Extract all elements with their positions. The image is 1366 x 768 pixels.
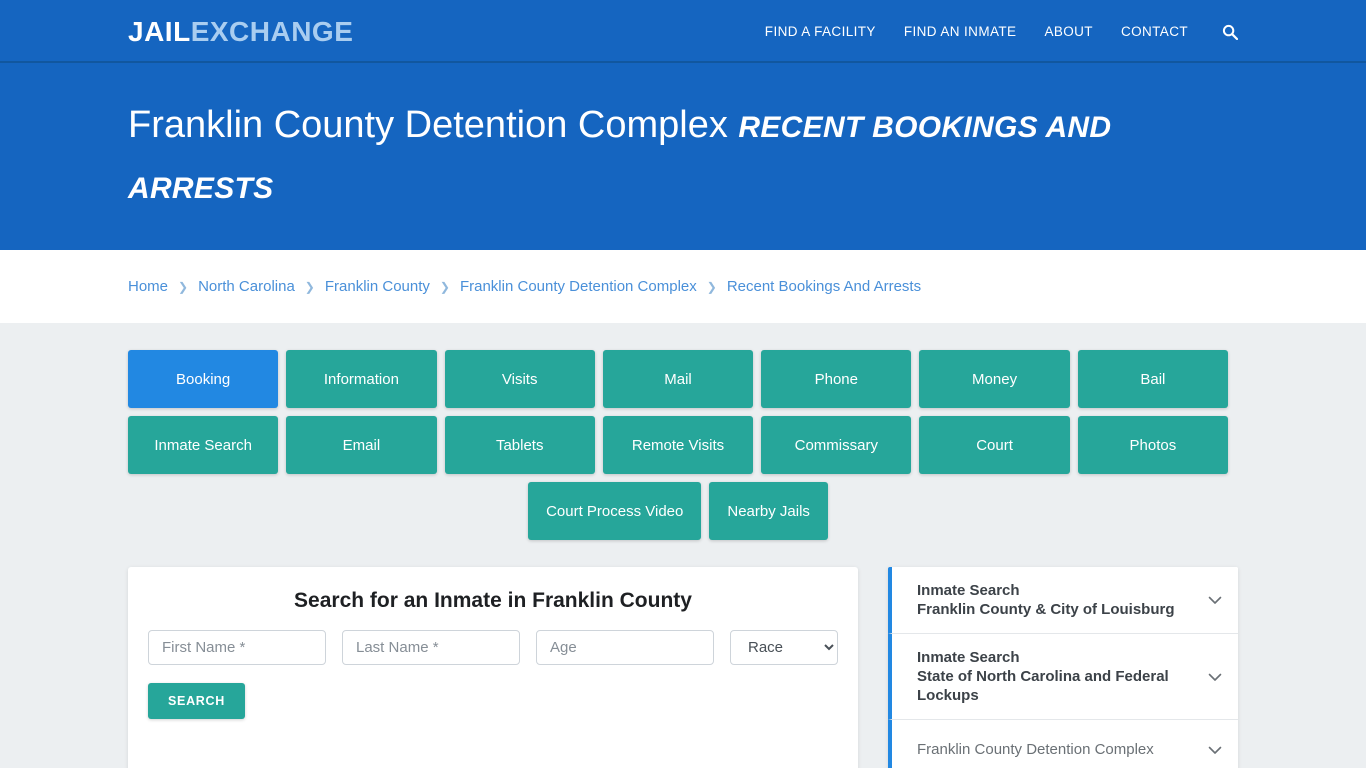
- tab-photos[interactable]: Photos: [1077, 416, 1228, 474]
- last-name-input[interactable]: [342, 630, 520, 665]
- first-name-input[interactable]: [148, 630, 326, 665]
- race-select[interactable]: Race: [730, 630, 838, 665]
- breadcrumb-item-franklin-county[interactable]: Franklin County: [325, 278, 430, 295]
- nav-item-find-an-inmate[interactable]: FIND AN INMATE: [904, 24, 1017, 39]
- sidebar-item-inmate-search-state[interactable]: Inmate Search State of North Carolina an…: [888, 634, 1238, 720]
- chevron-down-icon: [1206, 591, 1224, 609]
- tab-mail[interactable]: Mail: [602, 350, 754, 408]
- search-icon[interactable]: [1222, 24, 1238, 40]
- breadcrumb-separator-icon: ❯: [178, 279, 189, 294]
- tab-visits[interactable]: Visits: [444, 350, 595, 408]
- main-content: Booking Information Visits Mail Phone Mo…: [0, 323, 1366, 768]
- search-card-title: Search for an Inmate in Franklin County: [294, 589, 692, 612]
- search-button[interactable]: SEARCH: [148, 683, 245, 719]
- sidebar-item-line1: Inmate Search: [917, 649, 1020, 666]
- breadcrumb-item-facility[interactable]: Franklin County Detention Complex: [460, 278, 697, 295]
- tab-inmate-search[interactable]: Inmate Search: [128, 416, 279, 474]
- breadcrumb-separator-icon: ❯: [304, 279, 315, 294]
- sidebar-item-line2: State of North Carolina and Federal Lock…: [917, 668, 1169, 704]
- tab-email[interactable]: Email: [286, 416, 437, 474]
- lower-content-row: Search for an Inmate in Franklin County …: [128, 567, 1238, 768]
- nav-item-find-a-facility[interactable]: FIND A FACILITY: [765, 24, 876, 39]
- search-submit-row: SEARCH: [148, 683, 838, 741]
- chevron-down-icon: [1206, 741, 1224, 759]
- breadcrumb-separator-icon: ❯: [706, 279, 717, 294]
- tab-remote-visits[interactable]: Remote Visits: [602, 416, 754, 474]
- facility-section-tabs: Booking Information Visits Mail Phone Mo…: [128, 350, 1228, 474]
- tab-information[interactable]: Information: [286, 350, 437, 408]
- chevron-down-icon: [1206, 668, 1224, 686]
- logo-text-secondary: EXCHANGE: [190, 16, 354, 47]
- page-title: Franklin County Detention Complex Recent…: [128, 96, 1238, 218]
- breadcrumb-item-north-carolina[interactable]: North Carolina: [198, 278, 295, 295]
- sidebar-accordion: Inmate Search Franklin County & City of …: [888, 567, 1238, 768]
- tab-commissary[interactable]: Commissary: [761, 416, 912, 474]
- page-hero: Franklin County Detention Complex Recent…: [0, 63, 1366, 250]
- search-fields-row: Race: [148, 630, 838, 665]
- tab-bail[interactable]: Bail: [1077, 350, 1228, 408]
- page-title-facility: Franklin County Detention Complex: [128, 104, 728, 146]
- tab-money[interactable]: Money: [919, 350, 1070, 408]
- facility-section-tabs-extra: Court Process Video Nearby Jails: [128, 482, 1228, 540]
- sidebar-item-line1: Franklin County Detention Complex: [917, 741, 1154, 758]
- top-navigation-bar: JAILEXCHANGE FIND A FACILITY FIND AN INM…: [0, 0, 1366, 63]
- sidebar-item-label: Inmate Search State of North Carolina an…: [917, 648, 1206, 705]
- inmate-search-card: Search for an Inmate in Franklin County …: [128, 567, 858, 768]
- age-input[interactable]: [536, 630, 714, 665]
- nav-item-contact[interactable]: CONTACT: [1121, 24, 1188, 39]
- tab-court[interactable]: Court: [919, 416, 1070, 474]
- tab-booking[interactable]: Booking: [128, 350, 279, 408]
- sidebar-item-inmate-search-county[interactable]: Inmate Search Franklin County & City of …: [888, 567, 1238, 634]
- breadcrumb-bar: Home ❯ North Carolina ❯ Franklin County …: [0, 250, 1366, 323]
- site-logo[interactable]: JAILEXCHANGE: [128, 17, 353, 47]
- breadcrumb: Home ❯ North Carolina ❯ Franklin County …: [128, 278, 921, 295]
- sidebar-item-line2: Franklin County & City of Louisburg: [917, 601, 1175, 618]
- sidebar-item-label: Inmate Search Franklin County & City of …: [917, 581, 1206, 619]
- sidebar-item-line1: Inmate Search: [917, 582, 1020, 599]
- primary-nav-links: FIND A FACILITY FIND AN INMATE ABOUT CON…: [765, 0, 1238, 63]
- tab-nearby-jails[interactable]: Nearby Jails: [709, 482, 828, 540]
- tab-tablets[interactable]: Tablets: [444, 416, 595, 474]
- nav-item-about[interactable]: ABOUT: [1044, 24, 1093, 39]
- sidebar-item-label: Franklin County Detention Complex: [917, 740, 1206, 759]
- logo-text-primary: JAIL: [128, 16, 191, 47]
- tab-phone[interactable]: Phone: [761, 350, 912, 408]
- sidebar-item-facility[interactable]: Franklin County Detention Complex: [888, 720, 1238, 768]
- breadcrumb-separator-icon: ❯: [439, 279, 450, 294]
- breadcrumb-item-home[interactable]: Home: [128, 278, 168, 295]
- tab-court-process-video[interactable]: Court Process Video: [528, 482, 702, 540]
- breadcrumb-item-current[interactable]: Recent Bookings And Arrests: [727, 278, 921, 295]
